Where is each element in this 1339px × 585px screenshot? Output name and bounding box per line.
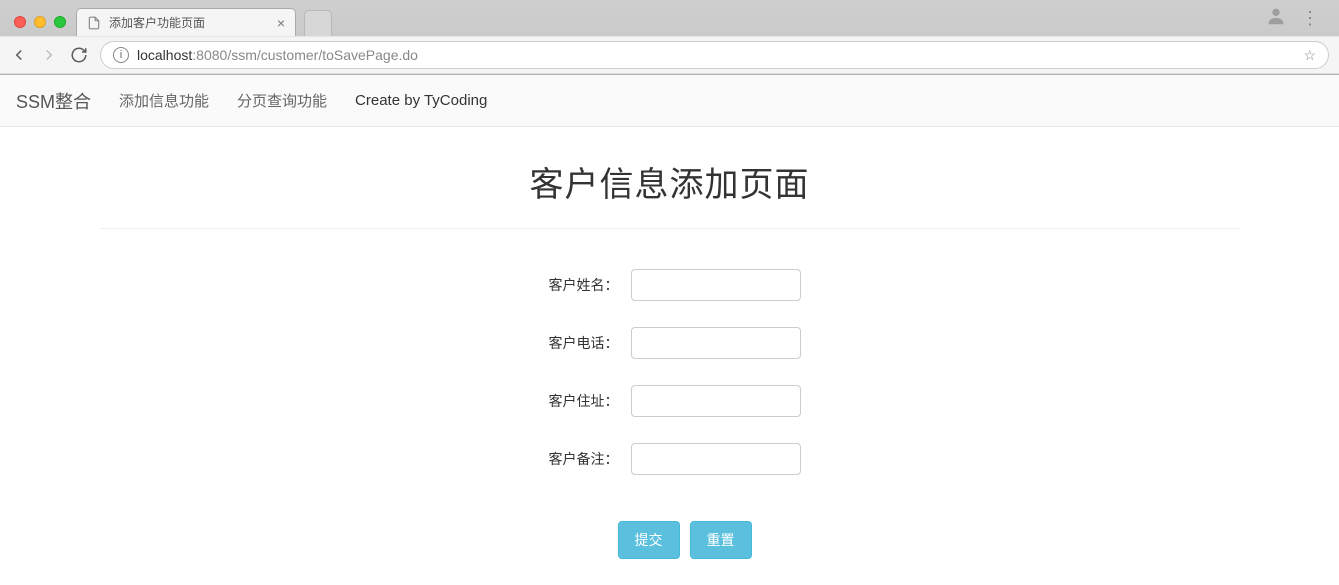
form-row-name: 客户姓名： — [539, 269, 801, 301]
form-row-remark: 客户备注： — [539, 443, 801, 475]
main-content: 客户信息添加页面 客户姓名： 客户电话： 客户住址： 客户备注： 提交 重置 — [0, 127, 1339, 559]
customer-form: 客户姓名： 客户电话： 客户住址： 客户备注： 提交 重置 — [100, 269, 1239, 559]
window-close-button[interactable] — [14, 16, 26, 28]
browser-chrome: 添加客户功能页面 × ⋮ i localhost:8080/ssm/custom… — [0, 0, 1339, 75]
page-navbar: SSM整合 添加信息功能 分页查询功能 Create by TyCoding — [0, 75, 1339, 127]
label-address: 客户住址： — [539, 391, 619, 411]
url-field[interactable]: i localhost:8080/ssm/customer/toSavePage… — [100, 41, 1329, 69]
url-path: /ssm/customer/toSavePage.do — [227, 47, 418, 63]
label-name: 客户姓名： — [539, 275, 619, 295]
tab-close-icon[interactable]: × — [277, 15, 285, 31]
submit-button[interactable]: 提交 — [618, 521, 680, 559]
page-title: 客户信息添加页面 — [100, 157, 1239, 206]
nav-link-add[interactable]: 添加信息功能 — [119, 90, 209, 111]
bookmark-star-icon[interactable]: ☆ — [1303, 47, 1316, 64]
window-controls — [8, 16, 76, 36]
url-host: localhost — [137, 47, 192, 63]
form-row-address: 客户住址： — [539, 385, 801, 417]
divider — [100, 228, 1239, 229]
label-phone: 客户电话： — [539, 333, 619, 353]
brand[interactable]: SSM整合 — [16, 88, 91, 114]
user-avatar-icon[interactable] — [1265, 5, 1287, 30]
chrome-right-controls: ⋮ — [1265, 5, 1331, 36]
kebab-menu-icon[interactable]: ⋮ — [1301, 9, 1319, 27]
input-remark[interactable] — [631, 443, 801, 475]
input-phone[interactable] — [631, 327, 801, 359]
url-port: :8080 — [192, 47, 227, 63]
tab-title: 添加客户功能页面 — [109, 14, 205, 31]
window-minimize-button[interactable] — [34, 16, 46, 28]
button-row: 提交 重置 — [618, 521, 752, 559]
form-row-phone: 客户电话： — [539, 327, 801, 359]
browser-tab[interactable]: 添加客户功能页面 × — [76, 8, 296, 36]
file-icon — [87, 16, 101, 30]
label-remark: 客户备注： — [539, 449, 619, 469]
input-address[interactable] — [631, 385, 801, 417]
reset-button[interactable]: 重置 — [690, 521, 752, 559]
tab-bar: 添加客户功能页面 × ⋮ — [0, 0, 1339, 36]
input-name[interactable] — [631, 269, 801, 301]
forward-button[interactable] — [40, 46, 58, 64]
nav-link-pagination[interactable]: 分页查询功能 — [237, 90, 327, 111]
window-maximize-button[interactable] — [54, 16, 66, 28]
back-button[interactable] — [10, 46, 28, 64]
new-tab-button[interactable] — [304, 10, 332, 36]
address-bar: i localhost:8080/ssm/customer/toSavePage… — [0, 36, 1339, 74]
reload-button[interactable] — [70, 46, 88, 64]
nav-credit: Create by TyCoding — [355, 92, 487, 109]
site-info-icon[interactable]: i — [113, 47, 129, 63]
